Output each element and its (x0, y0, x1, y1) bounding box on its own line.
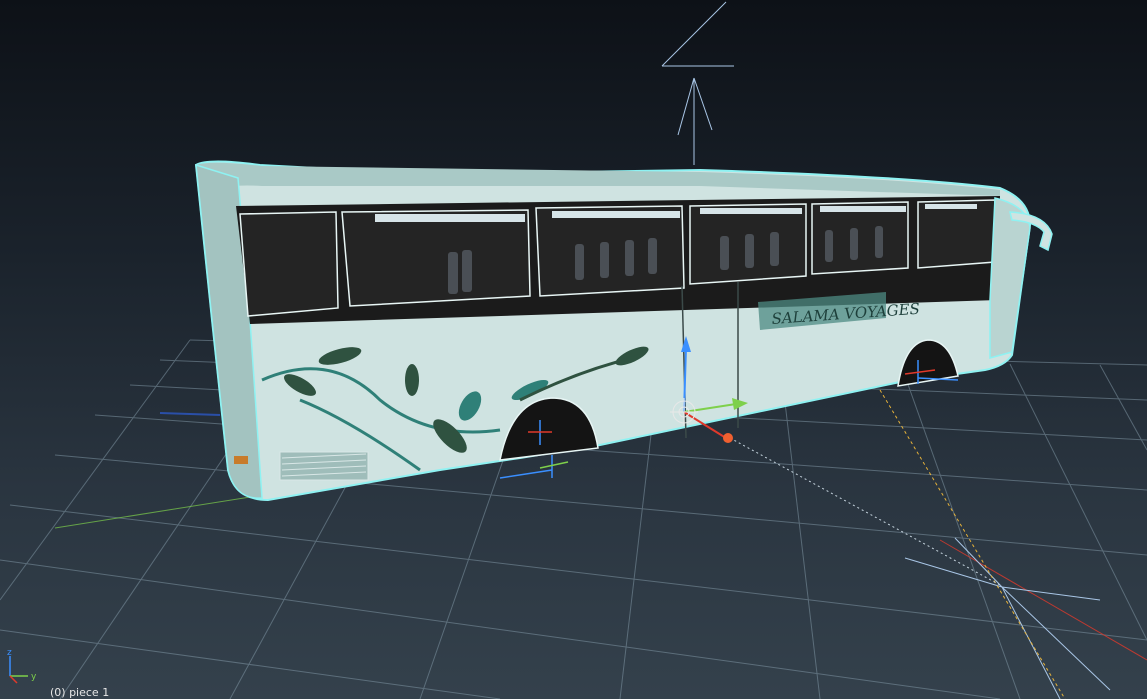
axis-z-label: z (7, 648, 12, 658)
rear-axis-helper (159, 412, 221, 416)
axis-y-label: y (31, 672, 37, 682)
rear-grille (279, 451, 369, 481)
3d-viewport[interactable]: SALAMA VOYAGES z y (0) piece 1 (0, 0, 1147, 699)
axis-indicator: z y (7, 648, 37, 684)
scene-canvas[interactable]: SALAMA VOYAGES z y (0, 0, 1147, 699)
camera-helper[interactable] (904, 537, 1111, 699)
status-object-name: (0) piece 1 (50, 686, 110, 699)
bus-model[interactable]: SALAMA VOYAGES (194, 160, 1053, 502)
tail-light (234, 456, 248, 464)
pivot-link-line (729, 437, 1001, 586)
light-helper[interactable] (661, 1, 734, 165)
world-axis-x (939, 539, 1147, 661)
